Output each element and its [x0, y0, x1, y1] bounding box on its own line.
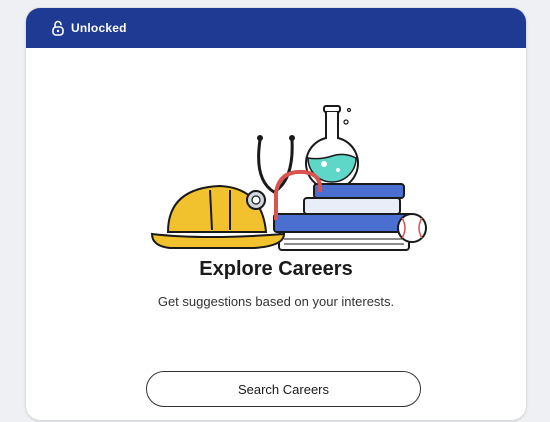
- card-description: Get suggestions based on your interests.: [157, 294, 395, 309]
- explore-careers-card: Unlocked Explore Careers Get suggestions…: [26, 8, 526, 420]
- card-header: Unlocked: [26, 8, 526, 48]
- status-label: Unlocked: [71, 21, 127, 35]
- search-careers-button[interactable]: Search Careers: [146, 371, 421, 407]
- unlocked-lock-icon: [50, 20, 66, 36]
- books-icon: [273, 183, 415, 251]
- careers-illustration: [150, 105, 427, 251]
- page: Unlocked Explore Careers Get suggestions…: [0, 0, 550, 422]
- card-title: Explore Careers: [199, 258, 353, 280]
- baseball-icon: [397, 213, 427, 243]
